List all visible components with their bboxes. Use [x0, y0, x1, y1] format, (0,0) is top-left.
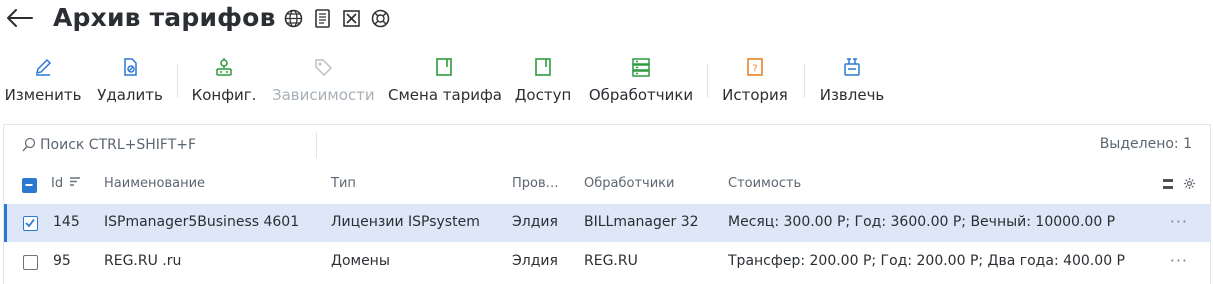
cell-price: Месяц: 300.00 Р; Год: 3600.00 Р; Вечный:… [728, 214, 1116, 230]
tag-icon [272, 56, 374, 80]
table-row[interactable]: 95 REG.RU .ru Домены Элдия REG.RU Трансф… [4, 243, 1210, 281]
selection-count: Выделено: 1 [1099, 136, 1192, 152]
page-title: Архив тарифов [53, 3, 276, 32]
pencil-icon [4, 56, 82, 80]
help-lifebuoy-icon[interactable] [370, 8, 391, 29]
document-list-icon[interactable] [312, 8, 333, 29]
cell-type: Лицензии ISPsystem [331, 214, 480, 230]
globe-icon[interactable] [283, 8, 304, 29]
search-icon [22, 137, 36, 157]
extract-button-label: Извлечь [819, 86, 885, 104]
cell-price: Трансфер: 200.00 Р; Год: 200.00 Р; Два г… [728, 253, 1125, 269]
handlers-button-label: Обработчики [588, 86, 694, 104]
history-icon: ? [720, 56, 790, 80]
cell-id: 95 [53, 253, 71, 269]
delete-button-label: Удалить [97, 86, 163, 104]
column-header-id[interactable]: Id [51, 176, 81, 191]
cell-name: REG.RU .ru [104, 253, 182, 269]
column-settings-gear-icon[interactable] [1183, 177, 1196, 194]
change-tariff-button[interactable]: Смена тарифа [388, 56, 503, 104]
toolbar-separator [707, 64, 708, 98]
row-checkbox[interactable] [23, 216, 38, 231]
dependencies-button[interactable]: Зависимости [272, 56, 375, 104]
config-icon [190, 56, 258, 80]
search-bar: Выделено: 1 [4, 125, 1210, 165]
search-divider [316, 132, 317, 158]
table-row[interactable]: 145 ISPmanager5Business 4601 Лицензии IS… [4, 204, 1210, 242]
cell-id: 145 [53, 214, 80, 230]
column-header-handlers[interactable]: Обработчики [584, 176, 674, 191]
access-icon [514, 56, 572, 80]
change-tariff-button-label: Смена тарифа [388, 86, 503, 104]
config-button[interactable]: Конфиг. [190, 56, 258, 104]
dependencies-button-label: Зависимости [272, 86, 375, 104]
back-arrow-icon[interactable] [6, 6, 34, 30]
column-header-type[interactable]: Тип [331, 176, 356, 191]
tariff-change-icon [388, 56, 500, 80]
row-actions-more-icon[interactable]: ··· [1170, 212, 1188, 231]
cell-handler: REG.RU [584, 253, 638, 269]
search-input[interactable] [40, 133, 310, 157]
column-header-name[interactable]: Наименование [104, 176, 205, 191]
page-header: Архив тарифов [0, 0, 1213, 40]
edit-button[interactable]: Изменить [4, 56, 82, 104]
excel-export-icon[interactable] [341, 8, 362, 29]
column-density-icon[interactable] [1162, 178, 1174, 194]
toolbar-separator [177, 64, 178, 98]
extract-button[interactable]: Извлечь [817, 56, 887, 104]
history-button-label: История [722, 86, 788, 104]
cell-type: Домены [331, 253, 390, 269]
svg-text:?: ? [752, 64, 757, 75]
toolbar: Изменить Удалить Конфиг. Зависимости Сме… [0, 56, 1213, 106]
handlers-icon [587, 56, 695, 80]
cell-name: ISPmanager5Business 4601 [104, 214, 300, 230]
column-header-price[interactable]: Стоимость [728, 176, 801, 191]
handlers-button[interactable]: Обработчики [587, 56, 695, 104]
column-header-provider[interactable]: Пров… [512, 176, 559, 191]
row-checkbox[interactable] [23, 255, 38, 270]
access-button[interactable]: Доступ [514, 56, 572, 104]
config-button-label: Конфиг. [191, 86, 257, 104]
delete-button[interactable]: Удалить [95, 56, 165, 104]
sort-icon[interactable] [69, 176, 81, 191]
row-actions-more-icon[interactable]: ··· [1170, 251, 1188, 270]
table-header: Id Наименование Тип Пров… Обработчики Ст… [4, 169, 1210, 199]
header-icons [283, 8, 391, 29]
history-button[interactable]: ? История [720, 56, 790, 104]
cell-provider: Элдия [512, 214, 558, 230]
toolbar-separator [804, 64, 805, 98]
select-all-checkbox[interactable] [22, 178, 37, 193]
extract-icon [817, 56, 887, 80]
delete-icon [95, 56, 165, 80]
cell-handler: BILLmanager 32 [584, 214, 699, 230]
access-button-label: Доступ [514, 86, 572, 104]
table-panel: Выделено: 1 Id Наименование Тип Пров… Об… [3, 124, 1211, 284]
edit-button-label: Изменить [4, 86, 82, 104]
cell-provider: Элдия [512, 253, 558, 269]
